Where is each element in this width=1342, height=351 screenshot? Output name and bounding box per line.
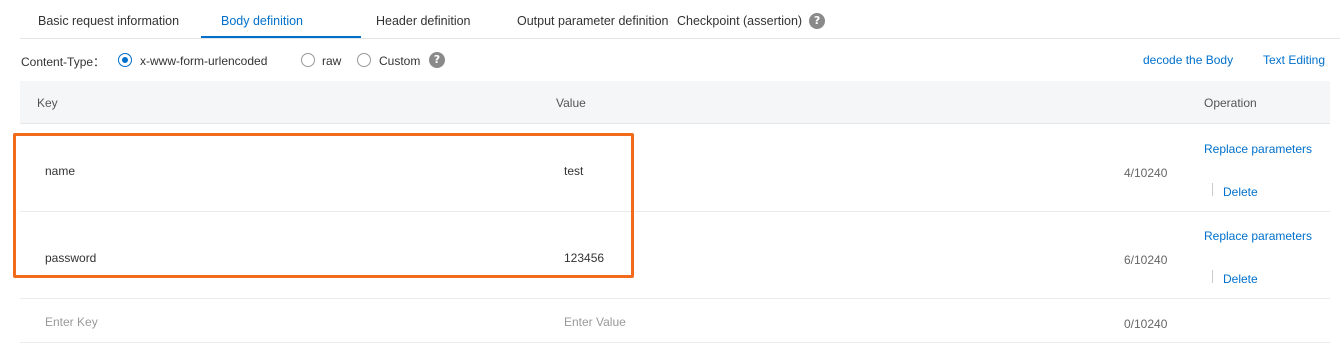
table-row: password 123456 6/10240 Replace paramete… [20, 212, 1330, 299]
tab-bar: Basic request information Body definitio… [20, 0, 1340, 39]
table-header: Key Value Operation [20, 81, 1330, 124]
new-key-input[interactable] [45, 315, 345, 329]
column-header-key: Key [37, 96, 58, 110]
replace-parameters-link[interactable]: Replace parameters [1204, 229, 1312, 243]
tab-checkpoint-label: Checkpoint (assertion) [677, 14, 803, 28]
param-value-cell[interactable]: 123456 [564, 251, 604, 265]
divider [1212, 270, 1213, 283]
column-header-value: Value [556, 96, 586, 110]
char-count: 6/10240 [1124, 253, 1168, 267]
question-icon[interactable]: ? [809, 12, 826, 29]
delete-link[interactable]: Delete [1223, 185, 1258, 199]
radio-x-www-form-urlencoded[interactable] [118, 53, 132, 67]
radio-label-raw[interactable]: raw [322, 54, 341, 68]
content-type-row: Content-Type： x-www-form-urlencoded raw … [21, 48, 1331, 72]
table-row: name test 4/10240 Replace parameters Del… [20, 125, 1330, 212]
char-count: 4/10240 [1124, 166, 1168, 180]
radio-label-custom[interactable]: Custom [379, 54, 420, 68]
radio-label-x-www-form-urlencoded[interactable]: x-www-form-urlencoded [140, 54, 267, 68]
new-value-input[interactable] [564, 315, 864, 329]
tab-body-definition[interactable]: Body definition [221, 0, 303, 39]
question-icon[interactable]: ? [429, 52, 445, 68]
active-tab-indicator [201, 36, 361, 38]
tab-basic-request-information[interactable]: Basic request information [38, 0, 179, 39]
param-value-cell[interactable]: test [564, 164, 583, 178]
column-header-operation: Operation [1204, 96, 1257, 110]
body-parameters-table: Key Value Operation name test 4/10240 Re… [20, 81, 1330, 343]
char-count: 0/10240 [1124, 317, 1168, 331]
decode-body-link[interactable]: decode the Body [1143, 53, 1233, 67]
radio-custom[interactable] [357, 53, 371, 67]
content-type-label: Content-Type： [21, 55, 106, 69]
delete-link[interactable]: Delete [1223, 272, 1258, 286]
param-key-cell[interactable]: name [45, 164, 75, 178]
tab-checkpoint[interactable]: Checkpoint (assertion)? [677, 0, 826, 39]
replace-parameters-link[interactable]: Replace parameters [1204, 142, 1312, 156]
tab-header-definition[interactable]: Header definition [376, 0, 471, 39]
table-row-new: 0/10240 [20, 299, 1330, 343]
new-key-cell [45, 315, 345, 329]
param-key-cell[interactable]: password [45, 251, 96, 265]
radio-raw[interactable] [301, 53, 315, 67]
divider [1212, 183, 1213, 196]
tab-output-parameter-definition[interactable]: Output parameter definition [517, 0, 668, 39]
text-editing-link[interactable]: Text Editing [1263, 53, 1325, 67]
new-value-cell [564, 315, 864, 329]
